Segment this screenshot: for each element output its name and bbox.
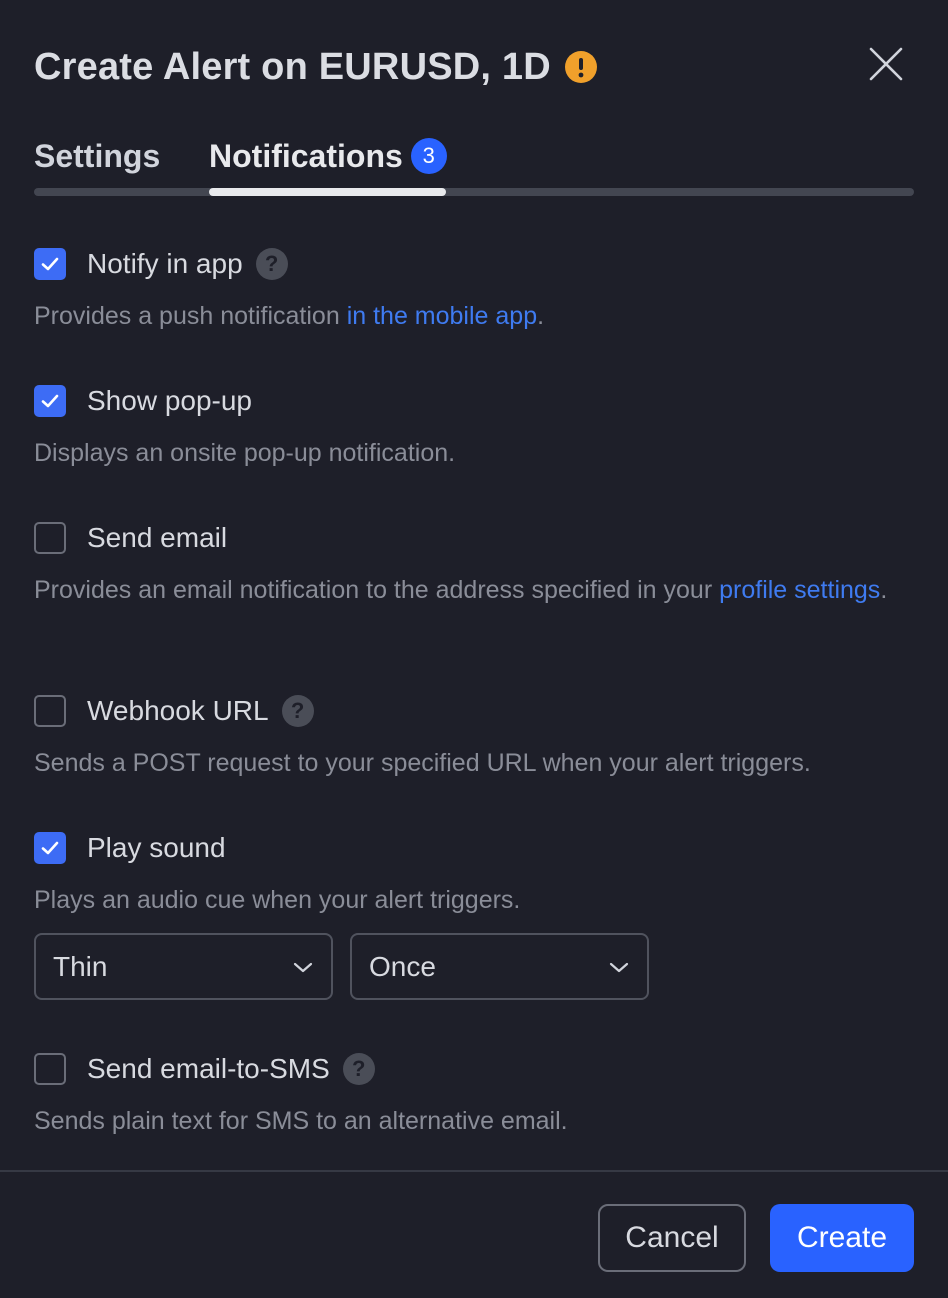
send-email-label[interactable]: Send email <box>87 522 227 554</box>
show-popup-checkbox[interactable] <box>34 385 66 417</box>
option-show-popup: Show pop-up Displays an onsite pop-up no… <box>34 383 914 471</box>
desc-text: Provides an email notification to the ad… <box>34 576 720 604</box>
chevron-down-icon <box>293 962 313 972</box>
chevron-down-icon <box>609 962 629 972</box>
show-popup-description: Displays an onsite pop-up notification. <box>34 439 456 467</box>
desc-text: Provides a push notification <box>34 302 347 330</box>
sound-selects: Thin Once <box>34 933 649 1000</box>
question-icon[interactable]: ? <box>281 695 314 727</box>
option-notify-in-app: Notify in app ? Provides a push notifica… <box>34 246 914 334</box>
sound-type-select[interactable]: Thin <box>34 933 333 1000</box>
tab-settings-label: Settings <box>34 137 161 174</box>
play-sound-checkbox[interactable] <box>34 832 66 864</box>
dialog-header: Create Alert on EURUSD, 1D <box>34 44 597 90</box>
sound-type-value: Thin <box>53 950 108 982</box>
tab-settings[interactable]: Settings <box>34 132 160 180</box>
notifications-count-badge: 3 <box>410 138 447 174</box>
desc-text: . <box>880 576 888 604</box>
active-tab-indicator <box>209 188 446 196</box>
tab-notifications[interactable]: Notifications 3 <box>209 132 447 180</box>
option-email-to-sms: Send email-to-SMS ? Sends plain text for… <box>34 1051 914 1139</box>
webhook-url-description: Sends a POST request to your specified U… <box>34 749 811 777</box>
footer-divider <box>0 1170 948 1172</box>
webhook-url-checkbox[interactable] <box>34 695 66 727</box>
tab-bar: Settings Notifications 3 <box>34 132 914 196</box>
show-popup-label[interactable]: Show pop-up <box>87 385 252 417</box>
email-to-sms-description: Sends plain text for SMS to an alternati… <box>34 1107 568 1135</box>
tab-track <box>34 188 914 196</box>
create-alert-dialog: Create Alert on EURUSD, 1D Settings Noti… <box>0 0 948 1298</box>
sound-repeat-value: Once <box>369 950 436 982</box>
profile-settings-link[interactable]: profile settings <box>719 576 880 604</box>
notify-in-app-checkbox[interactable] <box>34 248 66 280</box>
send-email-description: Provides an email notification to the ad… <box>34 572 914 608</box>
question-icon[interactable]: ? <box>342 1053 375 1085</box>
email-to-sms-checkbox[interactable] <box>34 1053 66 1085</box>
play-sound-label[interactable]: Play sound <box>87 832 226 864</box>
mobile-app-link[interactable]: in the mobile app <box>347 302 537 330</box>
sound-repeat-select[interactable]: Once <box>350 933 649 1000</box>
question-icon[interactable]: ? <box>255 248 288 280</box>
cancel-button[interactable]: Cancel <box>598 1204 746 1272</box>
play-sound-description: Plays an audio cue when your alert trigg… <box>34 886 521 914</box>
dialog-title: Create Alert on EURUSD, 1D <box>34 45 551 88</box>
email-to-sms-label[interactable]: Send email-to-SMS <box>87 1053 330 1085</box>
exclamation-icon[interactable] <box>564 51 597 83</box>
send-email-checkbox[interactable] <box>34 522 66 554</box>
webhook-url-label[interactable]: Webhook URL <box>87 695 269 727</box>
close-icon[interactable] <box>866 44 906 84</box>
notify-in-app-description: Provides a push notification in the mobi… <box>34 298 914 334</box>
option-play-sound: Play sound Plays an audio cue when your … <box>34 830 914 918</box>
create-button[interactable]: Create <box>770 1204 914 1272</box>
tab-notifications-label: Notifications <box>209 137 403 174</box>
desc-text: . <box>537 302 545 330</box>
notify-in-app-label[interactable]: Notify in app <box>87 248 243 280</box>
option-send-email: Send email Provides an email notificatio… <box>34 520 914 608</box>
option-webhook-url: Webhook URL ? Sends a POST request to yo… <box>34 693 914 781</box>
